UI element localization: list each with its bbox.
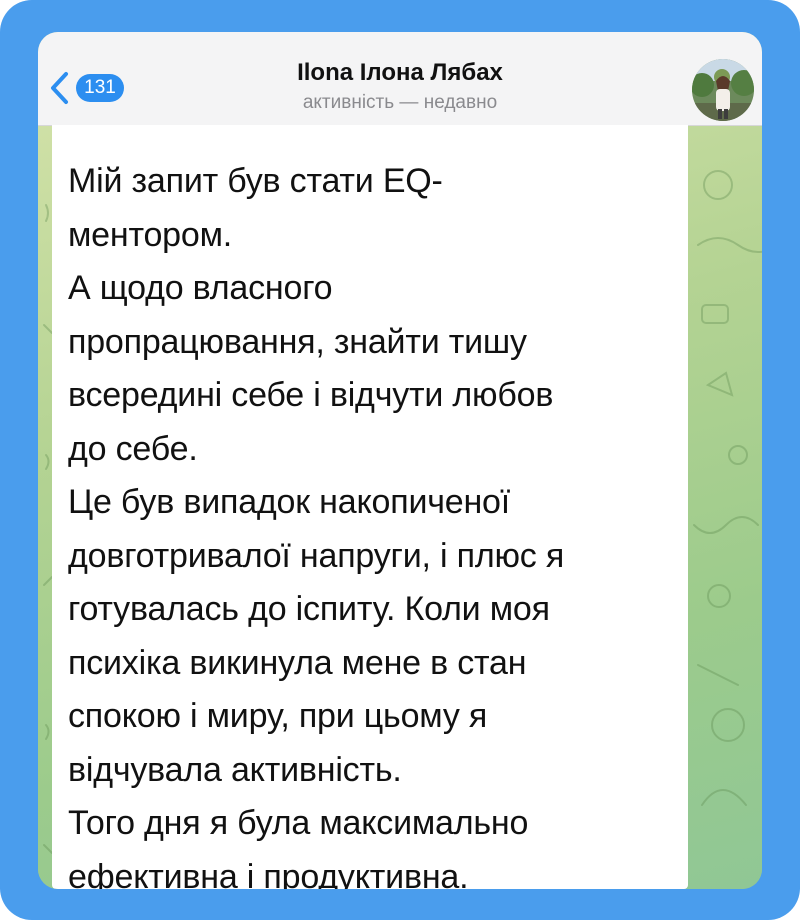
contact-name: Ilona Ілона Лябах [297, 59, 503, 86]
last-seen-status: активність — недавно [302, 92, 498, 113]
screenshot-frame: 131 Ilona Ілона Лябах активність — недав… [0, 0, 800, 920]
message-line: психіка викинула мене в стан [68, 643, 527, 682]
message-line: спокою і миру, при цьому я [68, 697, 488, 735]
message-line: ефективна і продуктивна. [68, 857, 469, 890]
back-button[interactable]: 131 [46, 68, 124, 108]
message-bubble[interactable]: Мій запит був стати EQ- ментором. А щодо… [52, 125, 688, 889]
message-line: пропрацювання, знайти тишу [68, 322, 527, 361]
chat-title[interactable]: Ilona Ілона Лябах активність — недавно [158, 58, 642, 116]
message-line: всередині себе і відчути любов [68, 376, 554, 414]
message-line: Це був випадок накопиченої [68, 483, 510, 521]
message-line: до себе. [68, 429, 198, 468]
message-line: відчувала активність. [68, 750, 402, 789]
chat-header: 131 Ilona Ілона Лябах активність — недав… [38, 32, 762, 126]
message-line: ментором. [68, 215, 232, 254]
message-line: Того дня я була максимально [68, 804, 529, 842]
message-text: Мій запит був стати EQ- ментором. А щодо… [68, 155, 678, 889]
message-line: А щодо власного [68, 269, 333, 307]
message-line: довготривалої напруги, і плюс я [68, 536, 565, 575]
contact-avatar-photo [692, 59, 754, 121]
avatar[interactable] [692, 59, 754, 121]
unread-count-badge: 131 [76, 74, 124, 102]
message-line: Мій запит був стати EQ- [68, 162, 443, 200]
chat-window: 131 Ilona Ілона Лябах активність — недав… [38, 32, 762, 889]
message-line: готувалась до іспиту. Коли моя [68, 590, 550, 628]
chevron-left-icon [51, 72, 68, 104]
